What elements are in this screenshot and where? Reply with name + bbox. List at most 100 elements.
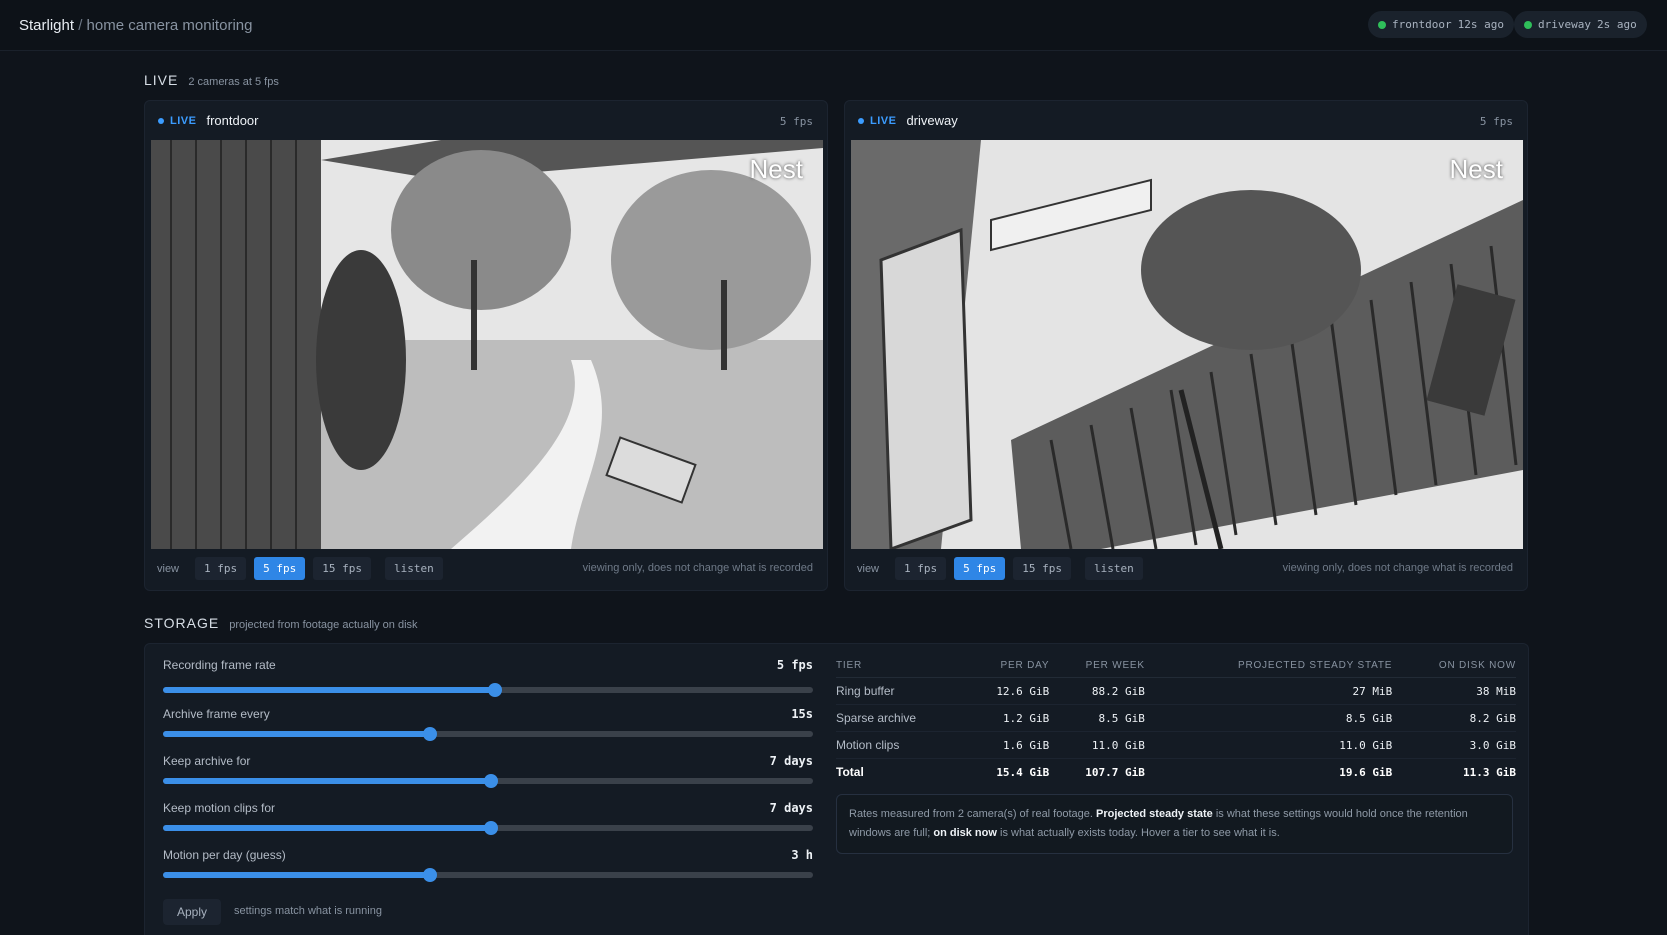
view-5fps-button[interactable]: 5 fps [954, 557, 1006, 580]
live-dot-icon [158, 117, 164, 124]
table-cell: 3.0 GiB [1392, 731, 1516, 759]
view-rate-controls: view 1 fps 5 fps 15 fps listen [157, 557, 443, 580]
column-header: PER WEEK [1049, 652, 1145, 678]
view-15fps-button[interactable]: 15 fps [313, 557, 372, 580]
feed-image [851, 140, 1523, 549]
camera-card-frontdoor: LIVE frontdoor 5 fps Nest view 1 fps 5 f… [144, 100, 828, 591]
table-cell: 107.7 GiB [1085, 765, 1145, 779]
column-header: ON DISK NOW [1392, 652, 1516, 678]
camera-watermark: Nest [1449, 154, 1503, 184]
slider-label: Archive frame every [163, 707, 270, 721]
slider-label: Keep motion clips for [163, 801, 276, 815]
storage-section-subtitle: projected from footage actually on disk [229, 619, 418, 631]
slider-archive-frame-every: Archive frame every 15s [163, 707, 813, 741]
tier-name: Sparse archive [836, 704, 965, 732]
view-1fps-button[interactable]: 1 fps [195, 557, 247, 580]
camera-status-driveway: driveway 2s ago [1514, 11, 1647, 38]
slider-fill [163, 687, 495, 693]
slider-label: Keep archive for [163, 754, 251, 768]
live-section-subtitle: 2 cameras at 5 fps [188, 76, 279, 88]
table-row[interactable]: Ring buffer 12.6 GiB 88.2 GiB 27 MiB 38 … [836, 677, 1516, 705]
table-cell: 19.6 GiB [1339, 765, 1393, 779]
slider-thumb[interactable] [484, 821, 499, 835]
table-cell: 11.0 GiB [1049, 731, 1145, 759]
slider-track[interactable] [163, 821, 813, 835]
app-name[interactable]: Starlight [19, 17, 74, 34]
note-text: is what actually exists today. Hover a t… [996, 827, 1280, 839]
camera-fps: 5 fps [779, 115, 813, 128]
listen-button[interactable]: listen [1085, 557, 1143, 580]
feed-image [151, 140, 823, 549]
slider-track[interactable] [163, 727, 813, 741]
view-15fps-button[interactable]: 15 fps [1013, 557, 1072, 580]
table-cell: 1.6 GiB [964, 731, 1050, 759]
slider-fill [163, 825, 492, 831]
status-last-seen: 12s ago [1457, 18, 1504, 31]
slider-fill [163, 778, 492, 784]
slider-keep-archive-for: Keep archive for 7 days [163, 754, 813, 788]
storage-section-header: STORAGE projected from footage actually … [144, 615, 418, 631]
slider-track[interactable] [163, 774, 813, 788]
listen-button[interactable]: listen [385, 557, 443, 580]
top-bar: Starlight / home camera monitoring front… [0, 0, 1667, 51]
view-label: view [857, 562, 880, 575]
table-cell: 88.2 GiB [1049, 677, 1145, 705]
slider-fill [163, 731, 430, 737]
slider-track[interactable] [163, 683, 813, 697]
total-label: Total [836, 765, 864, 779]
camera-watermark: Nest [749, 154, 803, 184]
status-last-seen: 2s ago [1596, 18, 1637, 31]
table-row[interactable]: Motion clips 1.6 GiB 11.0 GiB 11.0 GiB 3… [836, 731, 1516, 759]
table-cell: 27 MiB [1144, 677, 1393, 705]
note-text: Rates measured from 2 camera(s) of real … [849, 808, 1096, 820]
view-note: viewing only, does not change what is re… [582, 562, 813, 574]
tier-name: Ring buffer [836, 677, 965, 705]
camera-header: LIVE driveway [858, 113, 958, 128]
column-header: PER DAY [964, 652, 1050, 678]
page-subtitle: home camera monitoring [86, 17, 253, 34]
camera-feed-frontdoor[interactable]: Nest [151, 140, 823, 549]
camera-header: LIVE frontdoor [158, 113, 259, 128]
table-cell: 8.5 GiB [1049, 704, 1145, 732]
slider-thumb[interactable] [484, 774, 499, 788]
slider-thumb[interactable] [422, 868, 437, 882]
status-dot-icon [1378, 20, 1386, 29]
storage-tier-table: TIER PER DAY PER WEEK PROJECTED STEADY S… [836, 652, 1516, 785]
slider-label: Motion per day (guess) [163, 848, 286, 862]
view-5fps-button[interactable]: 5 fps [254, 557, 306, 580]
table-row[interactable]: Sparse archive 1.2 GiB 8.5 GiB 8.5 GiB 8… [836, 704, 1516, 732]
table-cell: 1.2 GiB [964, 704, 1050, 732]
breadcrumb-separator: / [78, 17, 83, 34]
live-badge: LIVE [870, 114, 897, 127]
storage-card: Recording frame rate 5 fps Archive frame… [144, 643, 1529, 935]
column-header: PROJECTED STEADY STATE [1144, 652, 1393, 678]
status-camera-name: driveway [1538, 18, 1591, 31]
view-1fps-button[interactable]: 1 fps [895, 557, 947, 580]
slider-value: 3 h [791, 848, 813, 862]
table-header-row: TIER PER DAY PER WEEK PROJECTED STEADY S… [836, 652, 1516, 678]
slider-thumb[interactable] [487, 683, 502, 697]
apply-button[interactable]: Apply [163, 899, 222, 925]
camera-name: driveway [906, 113, 958, 128]
live-section-header: LIVE 2 cameras at 5 fps [144, 72, 279, 88]
view-rate-controls: view 1 fps 5 fps 15 fps listen [857, 557, 1143, 580]
slider-fill [163, 872, 430, 878]
status-camera-name: frontdoor [1392, 18, 1452, 31]
slider-thumb[interactable] [422, 727, 437, 741]
view-note: viewing only, does not change what is re… [1282, 562, 1513, 574]
note-emphasis: on disk now [933, 827, 997, 839]
live-badge: LIVE [170, 114, 197, 127]
slider-keep-motion-clips-for: Keep motion clips for 7 days [163, 801, 813, 835]
slider-track[interactable] [163, 868, 813, 882]
live-dot-icon [858, 117, 864, 124]
camera-fps: 5 fps [1479, 115, 1513, 128]
table-cell: 15.4 GiB [996, 765, 1050, 779]
table-cell: 11.0 GiB [1144, 731, 1393, 759]
camera-feed-driveway[interactable]: Nest [851, 140, 1523, 549]
table-cell: 38 MiB [1392, 677, 1516, 705]
camera-name: frontdoor [206, 113, 259, 128]
slider-motion-per-day: Motion per day (guess) 3 h [163, 848, 813, 882]
apply-status: settings match what is running [234, 905, 382, 917]
note-emphasis: Projected steady state [1096, 808, 1213, 820]
slider-value: 15s [791, 707, 813, 721]
